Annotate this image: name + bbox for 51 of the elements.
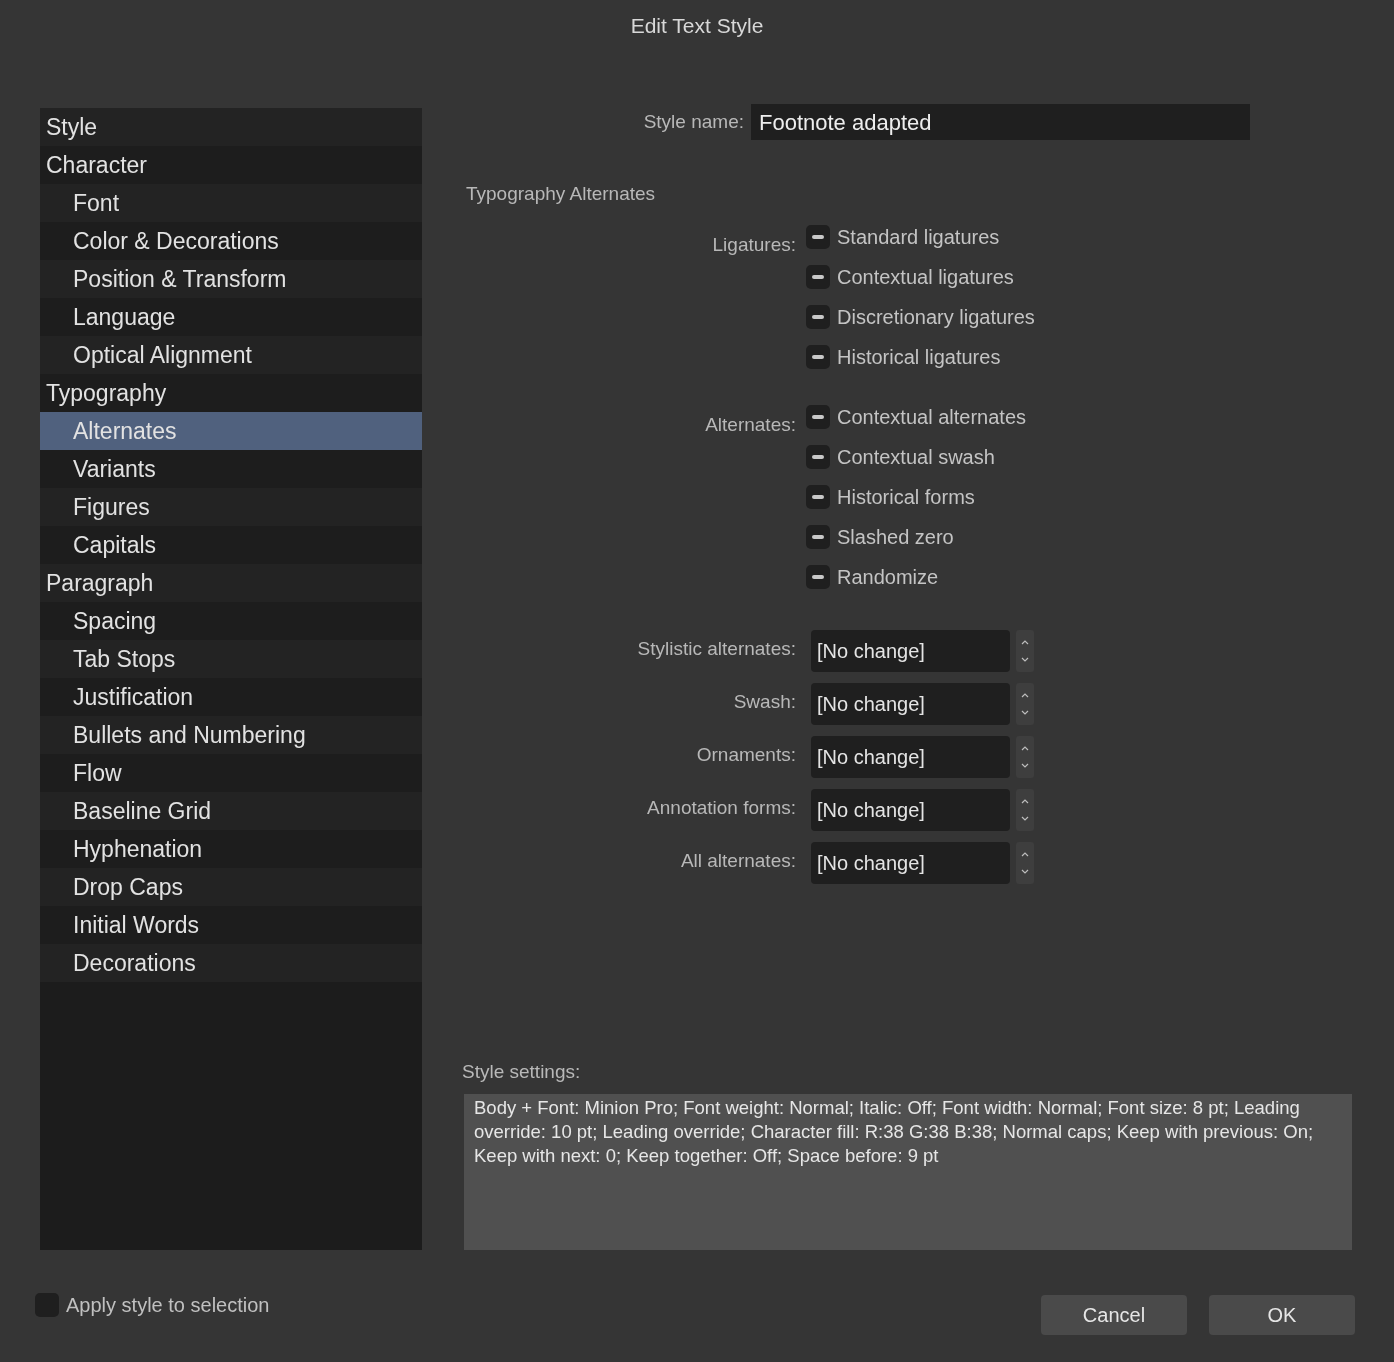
select-label: All alternates: [679,848,796,873]
style-name-field[interactable]: Footnote adapted [751,104,1250,140]
option-label: Standard ligatures [837,225,1000,250]
style-name-label: Style name: [642,109,745,134]
style-settings-label: Style settings: [462,1059,581,1084]
checkbox[interactable] [806,265,830,289]
dropdown-field[interactable]: [No change] [811,842,1010,884]
checkbox[interactable] [806,405,830,429]
checkbox[interactable] [806,345,830,369]
checkbox[interactable] [806,525,830,549]
sidebar-item[interactable]: Bullets and Numbering [40,716,422,754]
option-label: Slashed zero [837,525,954,550]
select-label: Ornaments: [695,742,796,767]
select-label: Stylistic alternates: [636,636,796,661]
sidebar-item[interactable]: Paragraph [40,564,422,602]
option-label: Discretionary ligatures [837,305,1035,330]
sidebar-item[interactable]: Alternates [40,412,422,450]
option-label: Contextual swash [837,445,995,470]
checkbox[interactable] [806,485,830,509]
dialog-button[interactable]: OK [1209,1295,1355,1335]
sidebar-item[interactable]: Position & Transform [40,260,422,298]
apply-style-label: Apply style to selection [66,1293,270,1318]
checkbox[interactable] [806,445,830,469]
option-label: Contextual alternates [837,405,1026,430]
dropdown-field[interactable]: [No change] [811,683,1010,725]
checkbox[interactable] [806,565,830,589]
dropdown-field[interactable]: [No change] [811,789,1010,831]
option-label: Randomize [837,565,939,590]
checkbox[interactable] [806,305,830,329]
sidebar-item[interactable]: Baseline Grid [40,792,422,830]
style-settings-text: Body + Font: Minion Pro; Font weight: Normal; Italic: Off; Font width: Normal; Font size: 8 pt; Leading override: 10 pt; Leading override; Character fill: R:38 G:38 B:38; Normal caps; Keep with previous: On; Keep with next: 0; Keep together: Off; Space before: 9 pt [474,1096,1315,1168]
option-label: Historical ligatures [837,345,1001,370]
sidebar-item[interactable]: Optical Alignment [40,336,422,374]
dropdown-field[interactable]: [No change] [811,736,1010,778]
sidebar-item[interactable]: Style [40,108,422,146]
select-label: Swash: [732,689,796,714]
sidebar-item[interactable]: Figures [40,488,422,526]
window-title: Edit Text Style [630,13,764,38]
option-label: Contextual ligatures [837,265,1014,290]
checkbox[interactable] [806,225,830,249]
group-label: Alternates: [704,413,796,437]
sidebar-item[interactable]: Decorations [40,944,422,982]
section-title: Typography Alternates [466,182,656,202]
select-label: Annotation forms: [646,795,796,820]
dropdown-field[interactable]: [No change] [811,630,1010,672]
group-label: Ligatures: [711,233,796,257]
sidebar-item[interactable]: Drop Caps [40,868,422,906]
dialog-button[interactable]: Cancel [1041,1295,1187,1335]
option-label: Historical forms [837,485,975,510]
sidebar-item[interactable]: Font [40,184,422,222]
sidebar-item[interactable]: Tab Stops [40,640,422,678]
